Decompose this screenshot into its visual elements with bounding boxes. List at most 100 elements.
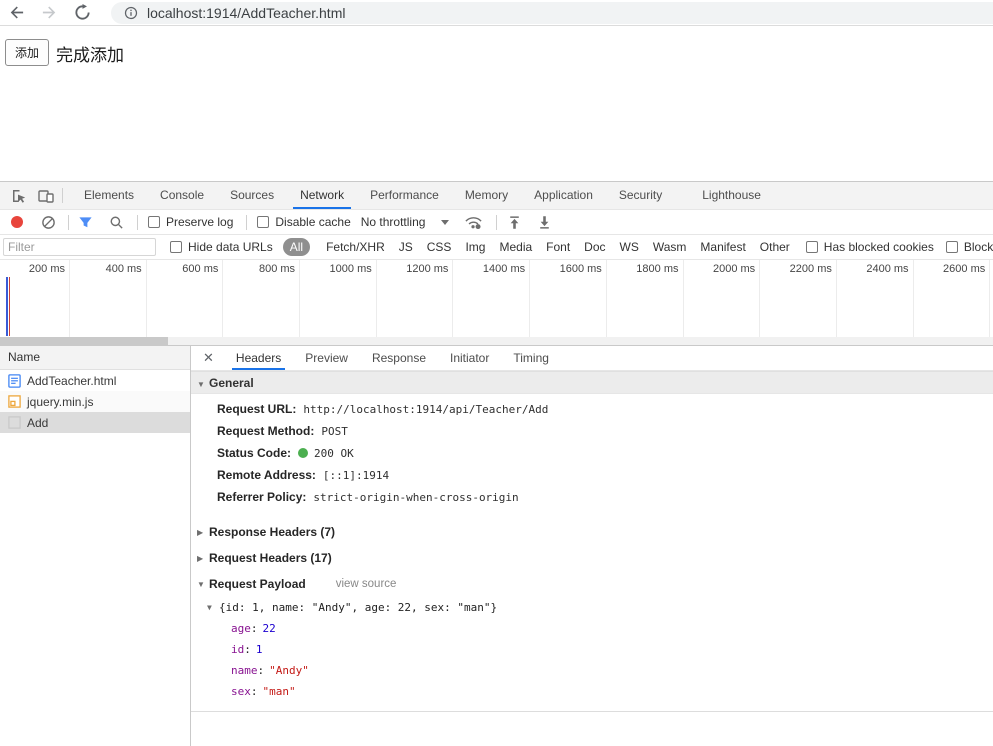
export-har-icon[interactable]	[537, 215, 552, 230]
url-text[interactable]: localhost:1914/AddTeacher.html	[147, 5, 345, 21]
payload-summary: {id: 1, name: "Andy", age: 22, sex: "man…	[219, 601, 498, 614]
network-overview-timeline[interactable]: 200 ms 400 ms 600 ms 800 ms 1000 ms 1200…	[0, 260, 993, 345]
triangle-down-icon	[197, 580, 209, 589]
request-details-panel: Headers Preview Response Initiator Timin…	[191, 346, 993, 746]
property-key: id	[231, 643, 245, 656]
detail-tabbar: Headers Preview Response Initiator Timin…	[191, 346, 993, 371]
close-icon[interactable]	[191, 350, 224, 366]
triangle-down-icon	[207, 603, 219, 612]
preserve-log-checkbox[interactable]	[148, 216, 160, 228]
has-blocked-cookies-checkbox[interactable]	[805, 241, 818, 253]
detail-tab-timing[interactable]: Timing	[501, 346, 561, 370]
detail-tab-preview[interactable]: Preview	[293, 346, 360, 370]
forward-icon[interactable]	[41, 4, 58, 21]
timeline-tick: 400 ms	[70, 260, 147, 337]
field-label: Request URL:	[217, 402, 297, 416]
property-key: sex	[231, 685, 251, 698]
triangle-right-icon	[197, 554, 209, 563]
request-row-addteacher[interactable]: AddTeacher.html	[0, 370, 190, 391]
network-main-split: Name AddTeacher.html jquery.min.js Add H…	[0, 345, 993, 746]
divider	[62, 188, 63, 203]
filter-pill-other[interactable]: Other	[754, 238, 796, 256]
device-toolbar-icon[interactable]	[38, 188, 54, 204]
address-bar[interactable]: localhost:1914/AddTeacher.html	[111, 1, 993, 24]
search-icon[interactable]	[109, 215, 124, 230]
filter-pill-doc[interactable]: Doc	[578, 238, 611, 256]
triangle-down-icon	[197, 374, 209, 396]
section-title: Request Payload	[209, 577, 306, 591]
detail-tab-headers[interactable]: Headers	[224, 346, 293, 370]
html-document-icon	[8, 373, 21, 388]
payload-object-line[interactable]: {id: 1, name: "Andy", age: 22, sex: "man…	[191, 597, 993, 618]
add-button[interactable]: 添加	[5, 39, 50, 66]
filter-pill-ws[interactable]: WS	[614, 238, 645, 256]
timeline-tick: 2400 ms	[837, 260, 914, 337]
payload-tree: {id: 1, name: "Andy", age: 22, sex: "man…	[191, 597, 993, 702]
inspect-element-icon[interactable]	[11, 188, 27, 204]
clear-network-log-icon[interactable]	[41, 215, 56, 230]
request-payload-section[interactable]: Request Payload view source	[191, 571, 993, 597]
tab-console[interactable]: Console	[147, 182, 217, 209]
filter-pill-css[interactable]: CSS	[421, 238, 458, 256]
web-page-content: 添加 完成添加	[0, 26, 993, 181]
record-network-log-icon[interactable]	[11, 216, 23, 228]
import-har-icon[interactable]	[507, 215, 522, 230]
tab-performance[interactable]: Performance	[357, 182, 452, 209]
blocked-requests-checkbox[interactable]	[945, 241, 958, 253]
tab-elements[interactable]: Elements	[71, 182, 147, 209]
section-title: Request Headers (17)	[209, 551, 332, 565]
request-row-jquery[interactable]: jquery.min.js	[0, 391, 190, 412]
filter-funnel-icon[interactable]	[78, 215, 93, 230]
timeline-tick: 1400 ms	[453, 260, 531, 337]
network-conditions-icon[interactable]	[464, 215, 483, 230]
chevron-down-icon[interactable]	[441, 219, 450, 225]
disable-cache-checkbox[interactable]	[257, 216, 270, 228]
back-icon[interactable]	[8, 4, 25, 21]
payload-property: id:1	[231, 643, 263, 656]
general-section-header[interactable]: General	[191, 371, 993, 394]
page-info-icon[interactable]	[124, 6, 138, 20]
timeline-grid: 200 ms 400 ms 600 ms 800 ms 1000 ms 1200…	[0, 260, 993, 337]
tab-security[interactable]: Security	[606, 182, 675, 209]
tab-application[interactable]: Application	[521, 182, 606, 209]
payload-property: age:22	[231, 622, 276, 635]
filter-pill-manifest[interactable]: Manifest	[694, 238, 751, 256]
divider	[246, 214, 248, 230]
filter-pill-img[interactable]: Img	[459, 238, 491, 256]
tab-network[interactable]: Network	[287, 182, 357, 209]
network-filter-bar: Hide data URLs All Fetch/XHR JS CSS Img …	[0, 235, 993, 260]
tab-sources[interactable]: Sources	[217, 182, 287, 209]
detail-tab-initiator[interactable]: Initiator	[438, 346, 501, 370]
general-field-row: Request URL: http://localhost:1914/api/T…	[191, 398, 993, 420]
response-headers-section[interactable]: Response Headers (7)	[191, 519, 993, 545]
field-label: Status Code:	[217, 446, 292, 460]
scrollbar-thumb[interactable]	[0, 337, 168, 345]
filter-pill-fetch-xhr[interactable]: Fetch/XHR	[320, 238, 391, 256]
field-value: POST	[321, 424, 348, 438]
field-label: Remote Address:	[217, 468, 316, 482]
request-headers-section[interactable]: Request Headers (17)	[191, 545, 993, 571]
status-ok-dot-icon	[298, 448, 309, 458]
request-row-add[interactable]: Add	[0, 412, 190, 433]
throttling-select[interactable]: No throttling	[361, 215, 426, 229]
timeline-tick: 200 ms	[0, 260, 70, 337]
filter-pill-font[interactable]: Font	[540, 238, 576, 256]
timeline-scrollbar[interactable]	[0, 337, 993, 345]
timeline-tick: 2600 ms	[914, 260, 991, 337]
request-name: AddTeacher.html	[27, 373, 117, 388]
filter-pill-all[interactable]: All	[282, 238, 311, 256]
property-key: name	[231, 664, 258, 677]
field-value: http://localhost:1914/api/Teacher/Add	[303, 402, 549, 416]
tab-memory[interactable]: Memory	[452, 182, 521, 209]
tab-lighthouse[interactable]: Lighthouse	[689, 182, 774, 209]
refresh-icon[interactable]	[74, 4, 91, 21]
filter-pill-wasm[interactable]: Wasm	[647, 238, 693, 256]
filter-input[interactable]	[3, 238, 156, 256]
detail-tab-response[interactable]: Response	[360, 346, 438, 370]
timeline-tick: 2200 ms	[760, 260, 837, 337]
name-column-header[interactable]: Name	[0, 346, 190, 370]
filter-pill-media[interactable]: Media	[493, 238, 538, 256]
view-source-link[interactable]: view source	[336, 578, 397, 590]
filter-pill-js[interactable]: JS	[393, 238, 419, 256]
hide-data-urls-checkbox[interactable]	[170, 241, 182, 253]
